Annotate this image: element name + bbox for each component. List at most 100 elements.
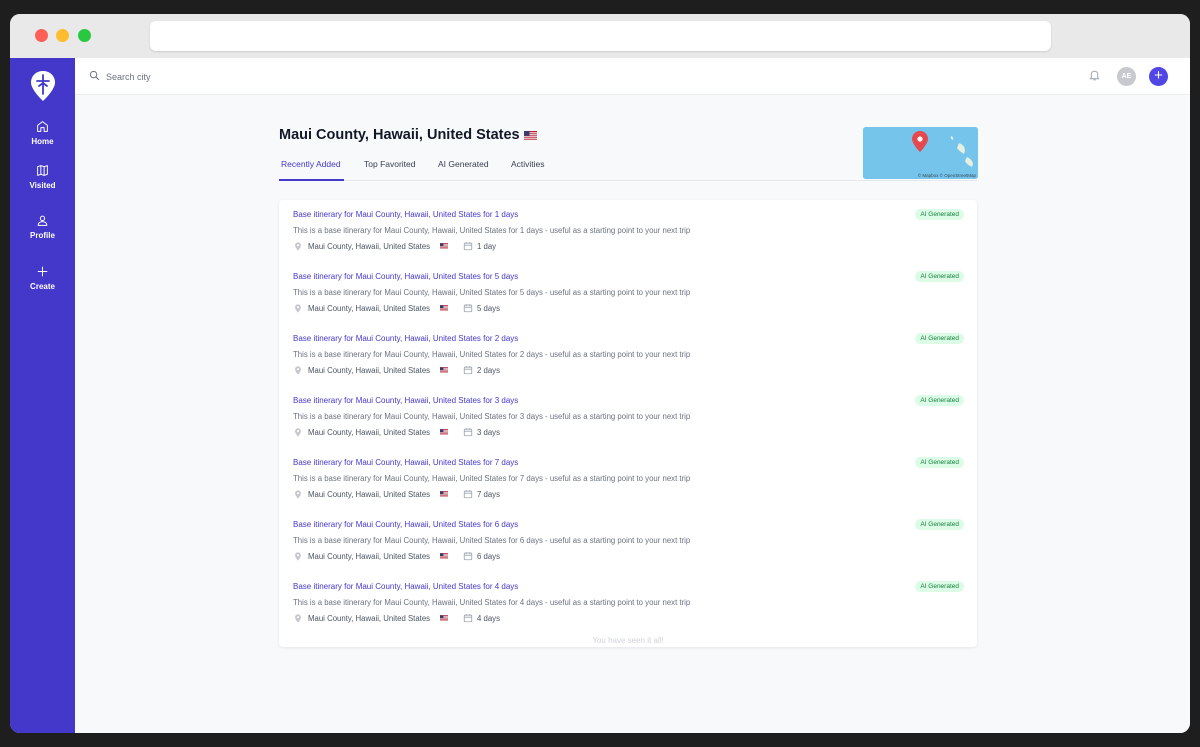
end-of-list-message: You have seen it all! [592,636,664,645]
us-flag-icon [440,491,448,497]
tab-ai-generated[interactable]: AI Generated [438,158,489,181]
sidebar-item-create[interactable]: Create [10,265,75,307]
calendar-icon [463,366,473,375]
page-title-text: Maui County, Hawaii, United States [279,127,520,143]
itinerary-duration: 5 days [477,304,500,313]
search-input[interactable] [106,68,406,85]
location-pin-icon [295,242,301,251]
top-bar: AE + [75,58,1190,95]
itinerary-title-link[interactable]: Base itinerary for Maui County, Hawaii, … [293,396,518,405]
plus-icon [37,266,48,277]
itinerary-duration: 2 days [477,366,500,375]
list-item[interactable]: Base itinerary for Maui County, Hawaii, … [279,324,977,386]
calendar-icon [463,614,473,623]
logo-icon[interactable] [30,70,56,102]
ai-generated-badge: AI Generated [915,395,964,406]
sidebar-item-label: Profile [30,231,55,240]
add-button[interactable]: + [1149,67,1168,86]
sidebar-item-visited[interactable]: Visited [10,164,75,206]
itinerary-title-link[interactable]: Base itinerary for Maui County, Hawaii, … [293,458,518,467]
address-bar[interactable] [150,21,1051,51]
list-item[interactable]: Base itinerary for Maui County, Hawaii, … [279,386,977,448]
itinerary-duration: 7 days [477,490,500,499]
calendar-icon [463,428,473,437]
sidebar-item-home[interactable]: Home [10,120,75,162]
itinerary-description: This is a base itinerary for Maui County… [293,536,691,545]
location-pin-icon [295,552,301,561]
us-flag-icon [440,305,448,311]
itinerary-description: This is a base itinerary for Maui County… [293,350,691,359]
list-item[interactable]: Base itinerary for Maui County, Hawaii, … [279,200,977,262]
list-item[interactable]: Base itinerary for Maui County, Hawaii, … [279,448,977,510]
ai-generated-badge: AI Generated [915,271,964,282]
tab-recently-added[interactable]: Recently Added [279,158,344,181]
map-icon [37,165,48,176]
itinerary-location: Maui County, Hawaii, United States [308,490,431,499]
location-pin-icon [295,366,301,375]
avatar[interactable]: AE [1117,67,1136,86]
ai-generated-badge: AI Generated [915,209,964,220]
itinerary-description: This is a base itinerary for Maui County… [293,598,691,607]
list-item[interactable]: Base itinerary for Maui County, Hawaii, … [279,262,977,324]
list-item[interactable]: Base itinerary for Maui County, Hawaii, … [279,510,977,572]
itinerary-title-link[interactable]: Base itinerary for Maui County, Hawaii, … [293,272,518,281]
calendar-icon [463,304,473,313]
home-icon [37,121,48,132]
list-item[interactable]: Base itinerary for Maui County, Hawaii, … [279,572,977,634]
us-flag-icon [440,429,448,435]
location-pin-icon [295,490,301,499]
browser-window: Home Visited Profile Create AE + Maui Co… [10,14,1190,733]
location-pin-icon [295,428,301,437]
us-flag-icon [523,130,537,140]
itinerary-description: This is a base itinerary for Maui County… [293,412,691,421]
us-flag-icon [440,243,448,249]
calendar-icon [463,490,473,499]
close-window-button[interactable] [35,29,48,42]
sidebar-item-label: Create [30,282,55,291]
itinerary-duration: 3 days [477,428,500,437]
sidebar-item-profile[interactable]: Profile [10,214,75,256]
maximize-window-button[interactable] [78,29,91,42]
calendar-icon [463,242,473,251]
ai-generated-badge: AI Generated [915,519,964,530]
itinerary-description: This is a base itinerary for Maui County… [293,474,691,483]
ai-generated-badge: AI Generated [915,581,964,592]
itinerary-location: Maui County, Hawaii, United States [308,552,431,561]
itinerary-list: Base itinerary for Maui County, Hawaii, … [279,200,977,647]
sidebar-item-label: Visited [29,181,56,190]
sidebar: Home Visited Profile Create [10,58,75,733]
itinerary-duration: 4 days [477,614,500,623]
location-pin-icon [295,614,301,623]
itinerary-location: Maui County, Hawaii, United States [308,366,431,375]
ai-generated-badge: AI Generated [915,457,964,468]
us-flag-icon [440,553,448,559]
itinerary-description: This is a base itinerary for Maui County… [293,226,691,235]
title-bar [10,14,1190,58]
minimize-window-button[interactable] [56,29,69,42]
itinerary-location: Maui County, Hawaii, United States [308,428,431,437]
itinerary-location: Maui County, Hawaii, United States [308,304,431,313]
tab-top-favorited[interactable]: Top Favorited [364,158,416,181]
itinerary-location: Maui County, Hawaii, United States [308,614,431,623]
itinerary-description: This is a base itinerary for Maui County… [293,288,691,297]
itinerary-title-link[interactable]: Base itinerary for Maui County, Hawaii, … [293,334,518,343]
itinerary-title-link[interactable]: Base itinerary for Maui County, Hawaii, … [293,520,518,529]
us-flag-icon [440,615,448,621]
itinerary-title-link[interactable]: Base itinerary for Maui County, Hawaii, … [293,582,518,591]
itinerary-location: Maui County, Hawaii, United States [308,242,431,251]
main-content: AE + Maui County, Hawaii, United States … [75,58,1190,733]
user-icon [37,215,48,226]
bell-icon[interactable] [1088,68,1101,82]
tab-activities[interactable]: Activities [511,158,545,181]
us-flag-icon [440,367,448,373]
calendar-icon [463,552,473,561]
itinerary-duration: 1 day [477,242,497,251]
page-title: Maui County, Hawaii, United States [279,127,537,143]
itinerary-title-link[interactable]: Base itinerary for Maui County, Hawaii, … [293,210,518,219]
search-icon [89,70,100,81]
itinerary-duration: 6 days [477,552,500,561]
ai-generated-badge: AI Generated [915,333,964,344]
location-pin-icon [295,304,301,313]
sidebar-item-label: Home [31,137,54,146]
tabs: Recently Added Top Favorited AI Generate… [279,158,977,181]
